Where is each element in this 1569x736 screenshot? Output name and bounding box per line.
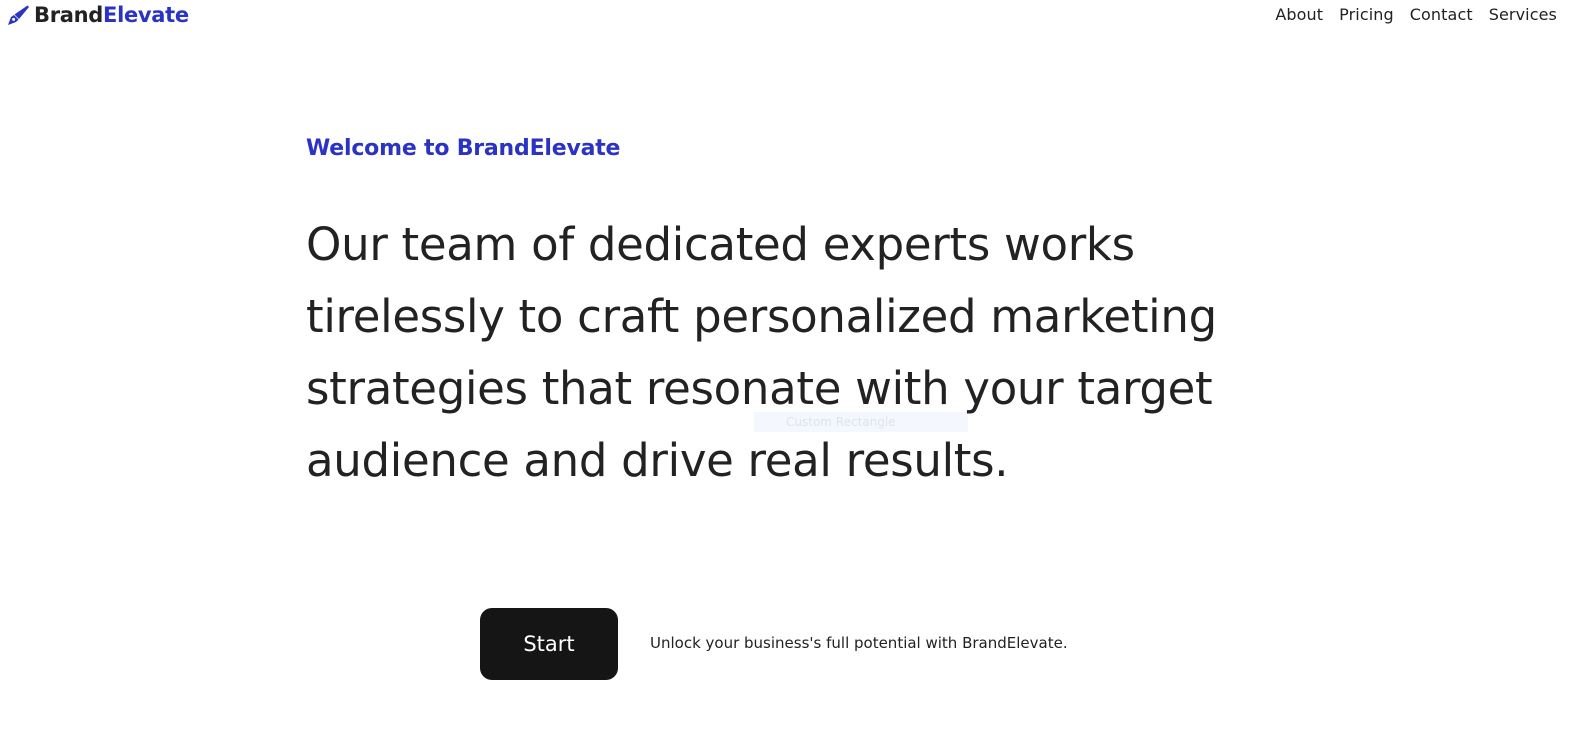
pen-nib-icon [6, 3, 30, 27]
hero-eyebrow: Welcome to BrandElevate [306, 136, 621, 161]
logo-primary: Brand [34, 3, 104, 27]
nav-link-contact[interactable]: Contact [1410, 5, 1473, 24]
logo-accent: Elevate [103, 3, 189, 27]
brand-logo[interactable]: BrandElevate [6, 3, 189, 27]
start-button[interactable]: Start [480, 608, 618, 680]
nav-link-about[interactable]: About [1275, 5, 1323, 24]
top-nav: About Pricing Contact Services [1275, 5, 1557, 24]
nav-link-services[interactable]: Services [1489, 5, 1557, 24]
logo-wordmark: BrandElevate [34, 3, 189, 27]
hero-headline: Our team of dedicated experts works tire… [306, 218, 1217, 487]
hero-tagline: Unlock your business's full potential wi… [650, 634, 1068, 652]
page: BrandElevate About Pricing Contact Servi… [0, 0, 1569, 736]
nav-link-pricing[interactable]: Pricing [1339, 5, 1394, 24]
